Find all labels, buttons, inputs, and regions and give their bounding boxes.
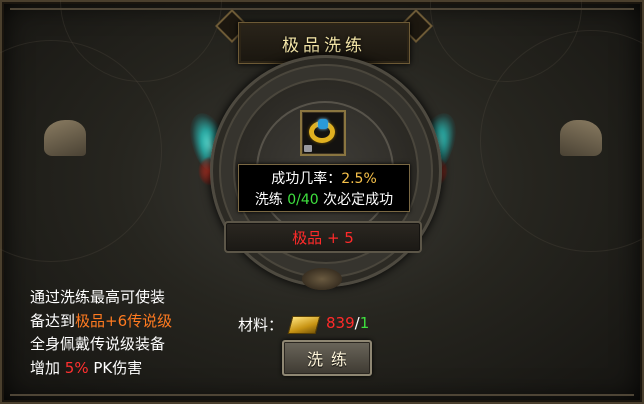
dragon-ornament-icon [302,268,342,290]
success-rate-label: 成功几率： [271,171,342,187]
frame-top [10,8,634,10]
description-line-4: 增加 5% PK伤害 [30,357,172,381]
description-line-4-highlight: 5% [64,358,89,377]
success-rate-row: 成功几率：2.5% [239,168,409,188]
success-rate-value: 2.5% [341,171,377,187]
material-need: 1 [359,314,370,332]
refine-button-label: 洗练 [306,350,355,369]
item-slot[interactable] [300,110,346,156]
tiger-statue-left-icon [44,120,86,156]
guarantee-text: 次必定成功 [318,192,394,208]
dialog-title: 极品洗练 [282,35,366,56]
description-line-1: 通过洗练最高可使装 [30,288,166,306]
refine-dialog: 极品洗练 成功几率：2.5% 洗练 0/40 次必定成功 极品 + 5 通过洗练… [0,0,644,404]
description-line-4-suffix: PK伤害 [88,358,143,377]
success-info-box: 成功几率：2.5% 洗练 0/40 次必定成功 [238,164,410,212]
description-line-2-highlight: 极品+6传说级 [75,311,173,330]
frame-bottom [10,394,634,396]
gold-bar-icon[interactable] [287,316,321,334]
refine-progress-row: 洗练 0/40 次必定成功 [239,189,409,209]
description-line-4-prefix: 增加 [30,358,65,377]
refine-progress-label: 洗练 [254,192,288,208]
refine-button[interactable]: 洗练 [282,340,372,376]
description-line-3: 全身佩戴传说级装备 [30,335,166,353]
grade-text: 极品 + 5 [292,228,354,247]
tiger-statue-right-icon [560,120,602,156]
description-line-2-prefix: 备达到 [30,311,76,330]
gem-icon [318,119,328,129]
material-count: 839/1 [326,314,369,332]
material-label: 材料： [238,316,284,334]
material-have: 839 [326,314,355,332]
refine-progress-value: 0/40 [287,192,319,208]
lock-icon [304,145,312,152]
description-line-2: 备达到极品+6传说级 [30,310,172,334]
grade-bar: 极品 + 5 [224,221,422,253]
description: 通过洗练最高可使装 备达到极品+6传说级 全身佩戴传说级装备 增加 5% PK伤… [30,286,172,380]
